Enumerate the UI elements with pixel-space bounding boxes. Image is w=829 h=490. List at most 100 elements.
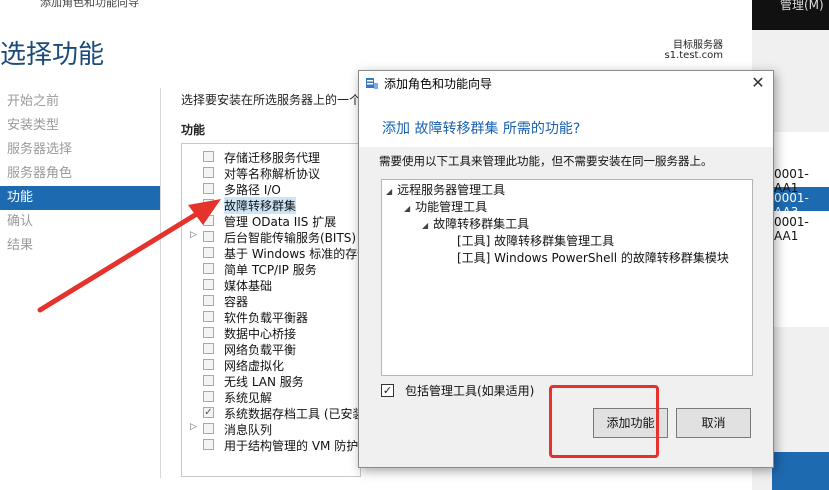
feature-row[interactable]: 基于 Windows 标准的存储管理: [182, 245, 360, 261]
include-tools-label: 包括管理工具(如果适用): [405, 384, 535, 398]
feature-row[interactable]: 系统见解: [182, 389, 360, 405]
server-row[interactable]: 0001-AA1: [774, 215, 829, 243]
feature-label: 数据中心桥接: [224, 327, 297, 341]
feature-row[interactable]: 简单 TCP/IP 服务: [182, 261, 360, 277]
feature-label: 简单 TCP/IP 服务: [224, 263, 317, 277]
nav-item[interactable]: 服务器选择: [0, 138, 160, 162]
nav-item[interactable]: 结果: [0, 234, 160, 258]
feature-checkbox[interactable]: [203, 231, 214, 242]
server-manager-header: 管理(M): [752, 0, 829, 30]
tree-item: ◢ 功能管理工具: [404, 198, 487, 215]
page-title: 选择功能: [0, 40, 105, 70]
dialog-heading: 添加 故障转移群集 所需的功能?: [382, 121, 581, 137]
feature-checkbox[interactable]: [203, 167, 214, 178]
tree-item-label: [工具] 故障转移群集管理工具: [457, 234, 615, 248]
feature-checkbox[interactable]: [203, 295, 214, 306]
tree-item-label: [工具] Windows PowerShell 的故障转移群集模块: [457, 251, 729, 265]
feature-label: 多路径 I/O: [224, 183, 281, 197]
feature-checkbox[interactable]: [203, 199, 214, 210]
feature-row[interactable]: 用于结构管理的 VM 防护工具: [182, 437, 360, 453]
expand-icon[interactable]: ▷: [190, 230, 197, 240]
feature-checkbox[interactable]: [203, 183, 214, 194]
feature-row[interactable]: 容器: [182, 293, 360, 309]
feature-label: 消息队列: [224, 423, 273, 437]
tree-item: ◢ 远程服务器管理工具: [386, 181, 505, 198]
feature-checkbox[interactable]: [203, 151, 214, 162]
feature-label: 基于 Windows 标准的存储管理: [224, 247, 360, 261]
feature-list[interactable]: 存储迁移服务代理 对等名称解析协议 多路径 I/O 故障转移群集 管理 OData II…: [181, 143, 361, 477]
feature-row[interactable]: 存储迁移服务代理: [182, 149, 360, 165]
feature-label: 媒体基础: [224, 279, 273, 293]
target-server-value: s1.test.com: [664, 50, 724, 61]
tree-item-label: 功能管理工具: [415, 200, 488, 214]
include-tools-checkbox[interactable]: ✓: [381, 384, 394, 397]
feature-label: 对等名称解析协议: [224, 167, 321, 181]
feature-checkbox[interactable]: [203, 247, 214, 258]
dialog-title: 添加角色和功能向导: [384, 77, 493, 91]
feature-checkbox[interactable]: [203, 263, 214, 274]
required-tools-tree: ◢ 远程服务器管理工具 ◢ 功能管理工具 ◢ 故障转移群集工具 [工具] 故障转移群集管理工…: [381, 179, 753, 376]
tree-item: [工具] Windows PowerShell 的故障转移群集模块: [457, 249, 729, 266]
feature-label: 系统见解: [224, 391, 273, 405]
feature-row[interactable]: ▷ 后台智能传输服务(BITS): [182, 229, 360, 245]
nav-item[interactable]: 开始之前: [0, 90, 160, 114]
feature-row[interactable]: ✓ 系统数据存档工具 (已安装): [182, 405, 360, 421]
feature-checkbox[interactable]: [203, 423, 214, 434]
tree-item-label: 故障转移群集工具: [433, 217, 530, 231]
feature-checkbox[interactable]: ✓: [203, 407, 214, 418]
feature-label: 容器: [224, 295, 249, 309]
feature-row[interactable]: 故障转移群集: [182, 197, 360, 214]
feature-label: 网络负载平衡: [224, 343, 297, 357]
feature-row[interactable]: 对等名称解析协议: [182, 165, 360, 181]
nav-item[interactable]: 确认: [0, 210, 160, 234]
nav-divider: [160, 88, 161, 478]
dialog-titlebar[interactable]: 添加角色和功能向导 ✕: [359, 71, 773, 95]
wizard-top-strip-text: 添加角色和功能向导: [40, 0, 139, 9]
feature-row[interactable]: 软件负载平衡器: [182, 309, 360, 325]
feature-checkbox[interactable]: [203, 343, 214, 354]
tree-item: ◢ 故障转移群集工具: [422, 215, 529, 232]
feature-checkbox[interactable]: [203, 279, 214, 290]
server-wizard-icon: [366, 78, 378, 89]
feature-checkbox[interactable]: [203, 439, 214, 450]
collapse-icon[interactable]: ◢: [386, 187, 392, 196]
server-manager-footer: [772, 452, 829, 490]
expand-icon[interactable]: ▷: [190, 422, 197, 432]
annotation-highlight-box: [549, 385, 659, 458]
collapse-icon[interactable]: ◢: [404, 204, 410, 213]
feature-row[interactable]: 媒体基础: [182, 277, 360, 293]
feature-row[interactable]: 无线 LAN 服务: [182, 373, 360, 389]
feature-row[interactable]: 网络虚拟化: [182, 357, 360, 373]
feature-label: 网络虚拟化: [224, 359, 285, 373]
feature-checkbox[interactable]: [203, 327, 214, 338]
feature-row[interactable]: 网络负载平衡: [182, 341, 360, 357]
dialog-description: 需要使用以下工具来管理此功能，但不需要安装在同一服务器上。: [379, 154, 713, 168]
feature-row[interactable]: 管理 OData IIS 扩展: [182, 213, 360, 229]
feature-row[interactable]: 多路径 I/O: [182, 181, 360, 197]
nav-item[interactable]: 服务器角色: [0, 162, 160, 186]
feature-row[interactable]: ▷ 消息队列: [182, 421, 360, 437]
feature-row[interactable]: 数据中心桥接: [182, 325, 360, 341]
manage-menu[interactable]: 管理(M): [780, 0, 824, 13]
nav-item[interactable]: 安装类型: [0, 114, 160, 138]
collapse-icon[interactable]: ◢: [422, 221, 428, 230]
tree-item: [工具] 故障转移群集管理工具: [457, 232, 614, 249]
target-server-label: 目标服务器: [673, 40, 723, 51]
feature-checkbox[interactable]: [203, 391, 214, 402]
feature-checkbox[interactable]: [203, 375, 214, 386]
tree-item-label: 远程服务器管理工具: [397, 183, 506, 197]
features-label: 功能: [181, 123, 206, 137]
close-icon[interactable]: ✕: [747, 72, 769, 94]
feature-checkbox[interactable]: [203, 359, 214, 370]
instruction-text: 选择要安装在所选服务器上的一个或多个功能。: [181, 93, 361, 107]
feature-checkbox[interactable]: [203, 311, 214, 322]
feature-label: 系统数据存档工具 (已安装): [224, 407, 361, 421]
feature-checkbox[interactable]: [203, 215, 214, 226]
feature-label: 无线 LAN 服务: [224, 375, 304, 389]
feature-label: 软件负载平衡器: [224, 311, 309, 325]
cancel-button[interactable]: 取消: [676, 408, 751, 438]
feature-label: 故障转移群集: [224, 197, 297, 214]
nav-item[interactable]: 功能: [0, 186, 160, 210]
feature-label: 存储迁移服务代理: [224, 151, 321, 165]
feature-label: 用于结构管理的 VM 防护工具: [224, 439, 360, 453]
